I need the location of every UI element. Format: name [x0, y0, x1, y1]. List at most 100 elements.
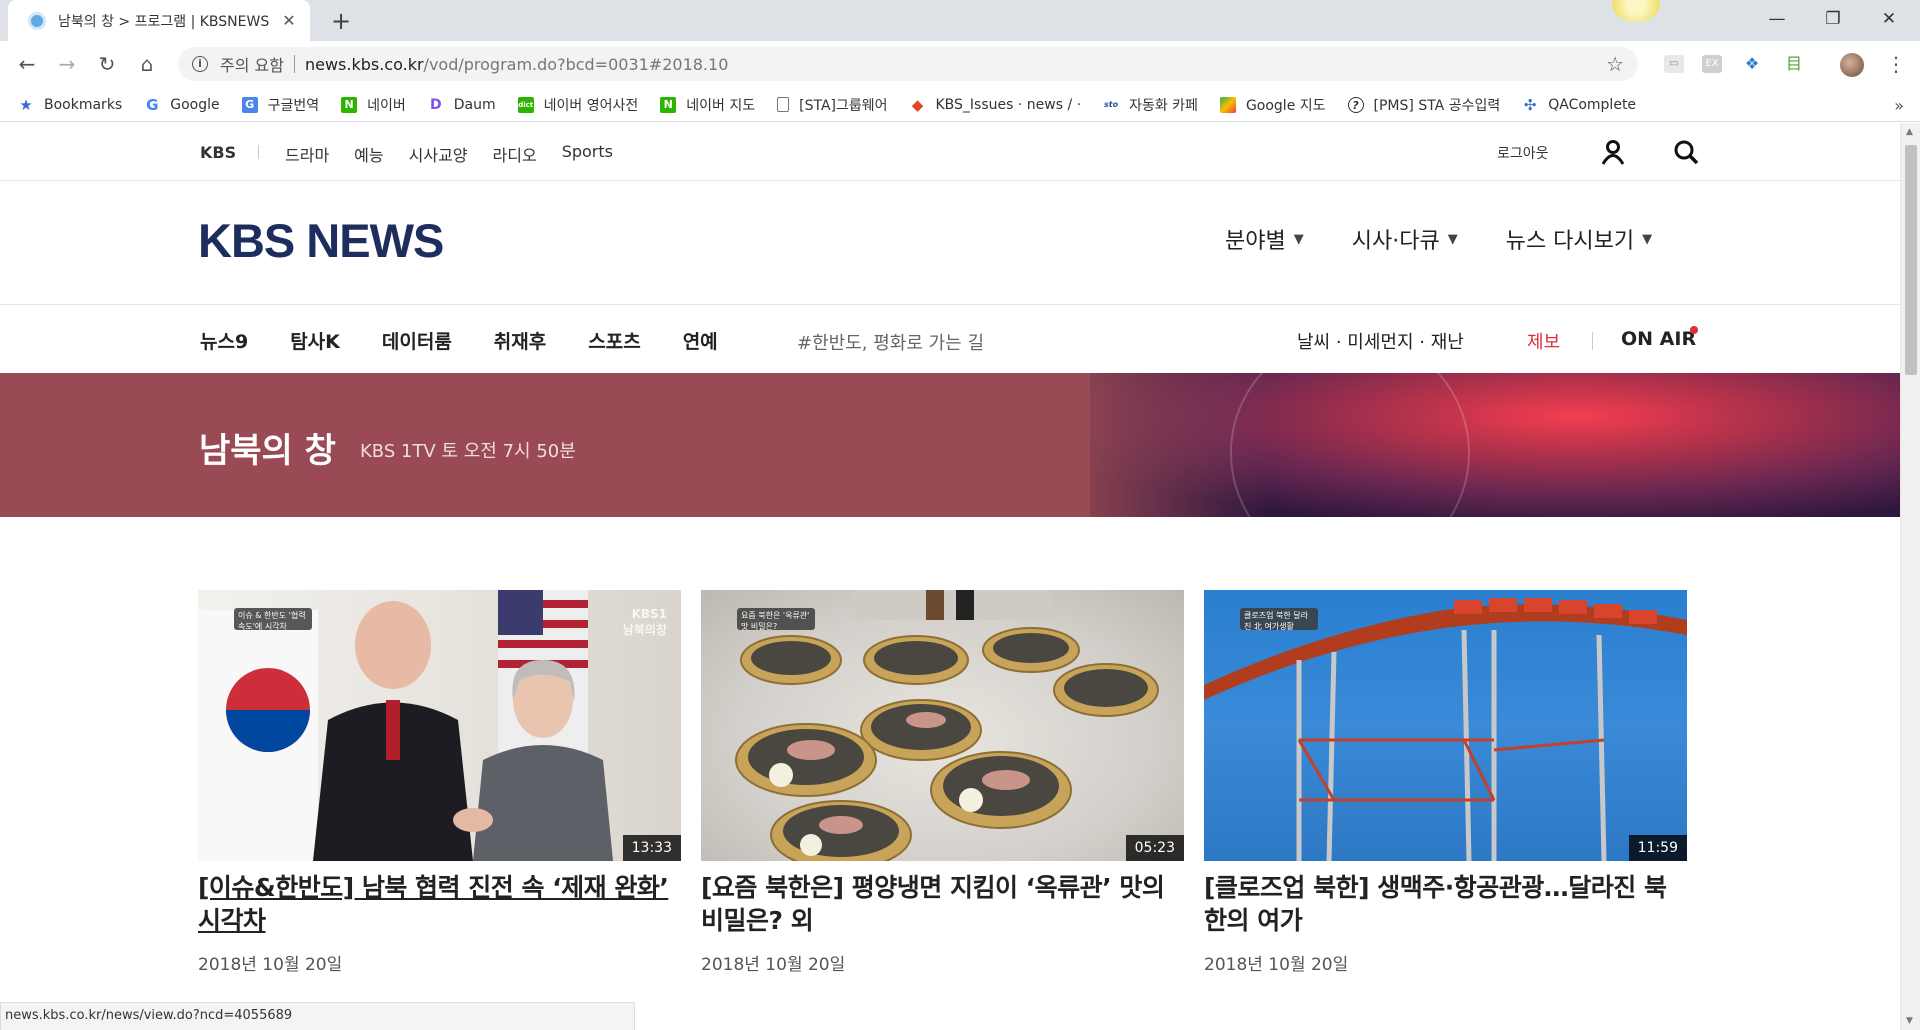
bookmark-label: 구글번역 — [267, 97, 320, 114]
util-link-drama[interactable]: 드라마 — [285, 142, 329, 166]
video-card[interactable]: 요즘 북한은 '옥류관' 맛 비밀은? 05:23 [요즘 북한은] 평양냉면 … — [701, 590, 1184, 975]
segment-tag: 이슈 & 한반도 '협력 속도'에 시각차 — [234, 608, 312, 631]
scroll-down-icon[interactable]: ▼ — [1906, 1016, 1913, 1026]
reload-icon[interactable]: ↻ — [92, 49, 122, 79]
bookmark-label: Google — [170, 96, 220, 113]
menu-documentary[interactable]: 시사·다큐 ▼ — [1352, 223, 1458, 255]
bookmark-label: [STA]그룹웨어 — [799, 97, 888, 114]
utility-bar: KBS 드라마 예능 시사교양 라디오 Sports 로그아웃 — [0, 123, 1900, 181]
menu-news-replay[interactable]: 뉴스 다시보기 ▼ — [1506, 223, 1652, 255]
new-tab-button[interactable]: + — [326, 7, 356, 35]
video-list: 이슈 & 한반도 '협력 속도'에 시각차 KBS1 남북의창 13:33 [이… — [198, 590, 1688, 1010]
video-title[interactable]: [요즘 북한은] 평양냉면 지킴이 ‘옥류관’ 맛의 비밀은? 외 — [701, 871, 1184, 937]
subnav-tamsa-k[interactable]: 탐사K — [290, 327, 340, 354]
back-icon[interactable]: ← — [12, 49, 42, 79]
browser-tab[interactable]: 남북의 창 > 프로그램 | KBSNEWS ✕ — [8, 0, 310, 41]
restore-button[interactable]: ❐ — [1810, 4, 1856, 34]
video-date: 2018년 10월 20일 — [701, 955, 846, 975]
bookmark-star-icon[interactable]: ☆ — [1606, 52, 1624, 76]
bookmark-item[interactable]: G 구글번역 — [241, 95, 320, 115]
tab-strip: 남북의 창 > 프로그램 | KBSNEWS ✕ + — ❐ ✕ — [0, 0, 1920, 41]
bookmark-label: 네이버 — [367, 97, 406, 114]
hashtag-link[interactable]: #한반도, 평화로 가는 길 — [797, 329, 984, 355]
gitlab-icon: ◆ — [911, 95, 924, 114]
bookmark-item[interactable]: ◆ KBS_Issues · news / · — [910, 95, 1081, 114]
video-card[interactable]: 이슈 & 한반도 '협력 속도'에 시각차 KBS1 남북의창 13:33 [이… — [198, 590, 681, 975]
tab-close-icon[interactable]: ✕ — [280, 11, 298, 30]
bookmarks-overflow-icon[interactable]: » — [1894, 96, 1904, 115]
menu-icon[interactable]: ⋮ — [1886, 51, 1906, 77]
browser-toolbar: ← → ↻ ⌂ i 주의 요함 news.kbs.co.kr /vod/prog… — [0, 41, 1920, 88]
video-card[interactable]: 클로즈업 북한 달라진 北 여가생활 11:59 [클로즈업 북한] 생맥주·항… — [1204, 590, 1687, 975]
logout-link[interactable]: 로그아웃 — [1497, 143, 1549, 163]
home-icon[interactable]: ⌂ — [132, 49, 162, 79]
video-title[interactable]: [이슈&한반도] 남북 협력 진전 속 ‘제재 완화’ 시각차 — [198, 871, 681, 937]
extension-ladder-icon[interactable]: 目 — [1784, 55, 1804, 73]
menu-category[interactable]: 분야별 ▼ — [1225, 223, 1304, 255]
subnav-links: 뉴스9 탐사K 데이터룸 취재후 스포츠 연예 — [200, 327, 760, 354]
video-duration: 13:33 — [622, 835, 681, 861]
util-link-radio[interactable]: 라디오 — [493, 142, 537, 166]
onair-link[interactable]: ON AIR — [1621, 328, 1696, 350]
bookmark-item[interactable]: [STA]그룹웨어 — [777, 95, 888, 115]
report-link[interactable]: 제보 — [1527, 328, 1560, 354]
scroll-up-icon[interactable]: ▲ — [1906, 127, 1913, 137]
subnav-news9[interactable]: 뉴스9 — [200, 327, 248, 354]
kbs-favicon-icon — [28, 11, 46, 30]
weather-link[interactable]: 날씨 · 미세먼지 · 재난 — [1297, 328, 1464, 354]
bookmark-label: 네이버 지도 — [686, 97, 756, 114]
segment-tag: 요즘 북한은 '옥류관' 맛 비밀은? — [737, 608, 815, 631]
search-icon[interactable] — [1673, 139, 1699, 165]
menu-label: 분야별 — [1225, 229, 1286, 254]
util-link-entertainment[interactable]: 예능 — [354, 142, 383, 166]
util-link-sports[interactable]: Sports — [562, 142, 613, 166]
forward-icon[interactable]: → — [52, 49, 82, 79]
close-window-button[interactable]: ✕ — [1866, 4, 1912, 34]
omnibox-divider — [293, 55, 295, 73]
subnav-entertainment[interactable]: 연예 — [683, 327, 718, 354]
bookmark-item[interactable]: ? [PMS] STA 공수입력 — [1347, 95, 1501, 115]
minimize-button[interactable]: — — [1754, 4, 1800, 34]
kbs-news-logo[interactable]: KBS NEWS — [198, 213, 444, 268]
video-title[interactable]: [클로즈업 북한] 생맥주·항공관광…달라진 북한의 여가 — [1204, 871, 1687, 937]
video-thumbnail[interactable]: 클로즈업 북한 달라진 北 여가생활 11:59 — [1204, 590, 1687, 861]
menu-label: 시사·다큐 — [1351, 229, 1440, 254]
extension-screen-icon[interactable]: ▭ — [1664, 55, 1684, 73]
user-icon[interactable] — [1600, 139, 1626, 165]
bookmark-item[interactable]: dict 네이버 영어사전 — [517, 95, 638, 115]
page-scrollbar[interactable]: ▲ ▼ — [1900, 123, 1920, 1030]
bookmark-item[interactable]: ★ Bookmarks — [18, 97, 122, 113]
extension-arrow-icon[interactable]: ❖ — [1742, 55, 1762, 73]
bookmark-label: QAComplete — [1548, 96, 1637, 113]
daum-icon: D — [429, 96, 442, 113]
profile-avatar[interactable] — [1840, 53, 1864, 77]
bookmark-label: 자동화 카페 — [1129, 97, 1198, 114]
bookmark-item[interactable]: N 네이버 — [341, 95, 406, 115]
bookmark-item[interactable]: N 네이버 지도 — [660, 95, 755, 115]
info-icon[interactable]: i — [192, 56, 208, 72]
compass-icon — [1230, 373, 1470, 517]
util-link-current-affairs[interactable]: 시사교양 — [409, 142, 468, 166]
video-date: 2018년 10월 20일 — [1204, 955, 1349, 975]
bookmark-label: [PMS] STA 공수입력 — [1373, 97, 1501, 114]
url-path: /vod/program.do?bcd=0031#2018.10 — [423, 54, 729, 74]
caret-down-icon: ▼ — [1447, 231, 1458, 247]
extension-ex-icon[interactable]: EX — [1702, 55, 1722, 73]
bookmark-item[interactable]: Google 지도 — [1219, 95, 1326, 115]
bookmark-item[interactable]: ✣ QAComplete — [1522, 97, 1636, 113]
bookmarks-bar: ★ Bookmarks G Google G 구글번역 N 네이버 D Daum dict… — [0, 88, 1920, 122]
kbs-home-link[interactable]: KBS — [200, 143, 236, 162]
video-thumbnail[interactable]: 이슈 & 한반도 '협력 속도'에 시각차 KBS1 남북의창 13:33 — [198, 590, 681, 861]
subnav-sports[interactable]: 스포츠 — [588, 327, 640, 354]
kbs1-watermark: KBS1 남북의창 — [622, 607, 667, 637]
scroll-thumb[interactable] — [1905, 145, 1917, 375]
address-bar[interactable]: i 주의 요함 news.kbs.co.kr /vod/program.do?b… — [178, 47, 1638, 81]
video-date: 2018년 10월 20일 — [198, 955, 343, 975]
bookmark-item[interactable]: sto 자동화 카페 — [1103, 95, 1198, 115]
program-banner: 남북의 창 KBS 1TV 토 오전 7시 50분 — [0, 373, 1900, 517]
bookmark-item[interactable]: G Google — [144, 96, 220, 113]
video-thumbnail[interactable]: 요즘 북한은 '옥류관' 맛 비밀은? 05:23 — [701, 590, 1184, 861]
subnav-after-report[interactable]: 취재후 — [494, 327, 546, 354]
subnav-dataroom[interactable]: 데이터룸 — [382, 327, 452, 354]
bookmark-item[interactable]: D Daum — [428, 97, 496, 113]
